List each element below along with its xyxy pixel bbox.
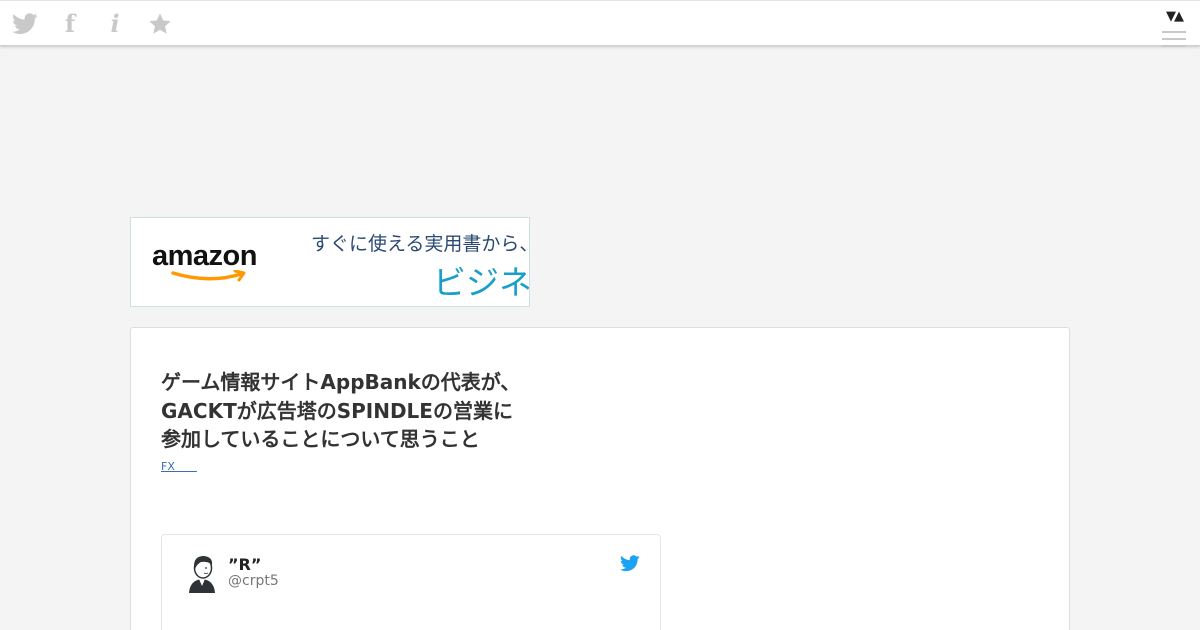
article-title: ゲーム情報サイトAppBankの代表が、 GACKTが広告塔のSPINDLEの営…: [161, 368, 521, 454]
ad-headline: ビジネス: [433, 263, 530, 302]
hamburger-menu-icon[interactable]: [1162, 31, 1186, 52]
facebook-glyph: f: [64, 9, 76, 38]
star-icon[interactable]: [147, 11, 173, 37]
twitter-icon[interactable]: [12, 11, 38, 37]
amazon-ad-banner[interactable]: amazon すぐに使える実用書から、話 ビジネス: [130, 217, 530, 307]
sort-toggle-button[interactable]: ▼▲: [1166, 10, 1184, 23]
user-avatar[interactable]: [184, 553, 220, 593]
facebook-icon[interactable]: f: [57, 11, 83, 37]
category-link[interactable]: FX: [161, 458, 197, 474]
article-title-line: ゲーム情報サイトAppBankの代表が、: [161, 370, 521, 394]
article-title-line: 参加していることについて思うこと: [161, 427, 480, 451]
article-title-line: GACKTが広告塔のSPINDLEの営業に: [161, 398, 513, 423]
amazon-logo: amazon: [152, 240, 257, 272]
amazon-smile-icon: [171, 270, 246, 282]
tweet-author-name[interactable]: ”R”: [228, 555, 261, 574]
embedded-tweet[interactable]: ”R” @crpt5: [161, 534, 661, 630]
top-toolbar: f i ▼▲: [0, 0, 1200, 47]
info-icon[interactable]: i: [102, 11, 128, 37]
tweet-author-handle[interactable]: @crpt5: [228, 573, 279, 589]
twitter-bird-icon[interactable]: [620, 555, 640, 572]
article-card: ゲーム情報サイトAppBankの代表が、 GACKTが広告塔のSPINDLEの営…: [130, 327, 1070, 630]
info-glyph: i: [110, 9, 120, 38]
ad-tagline: すぐに使える実用書から、話: [311, 233, 529, 255]
